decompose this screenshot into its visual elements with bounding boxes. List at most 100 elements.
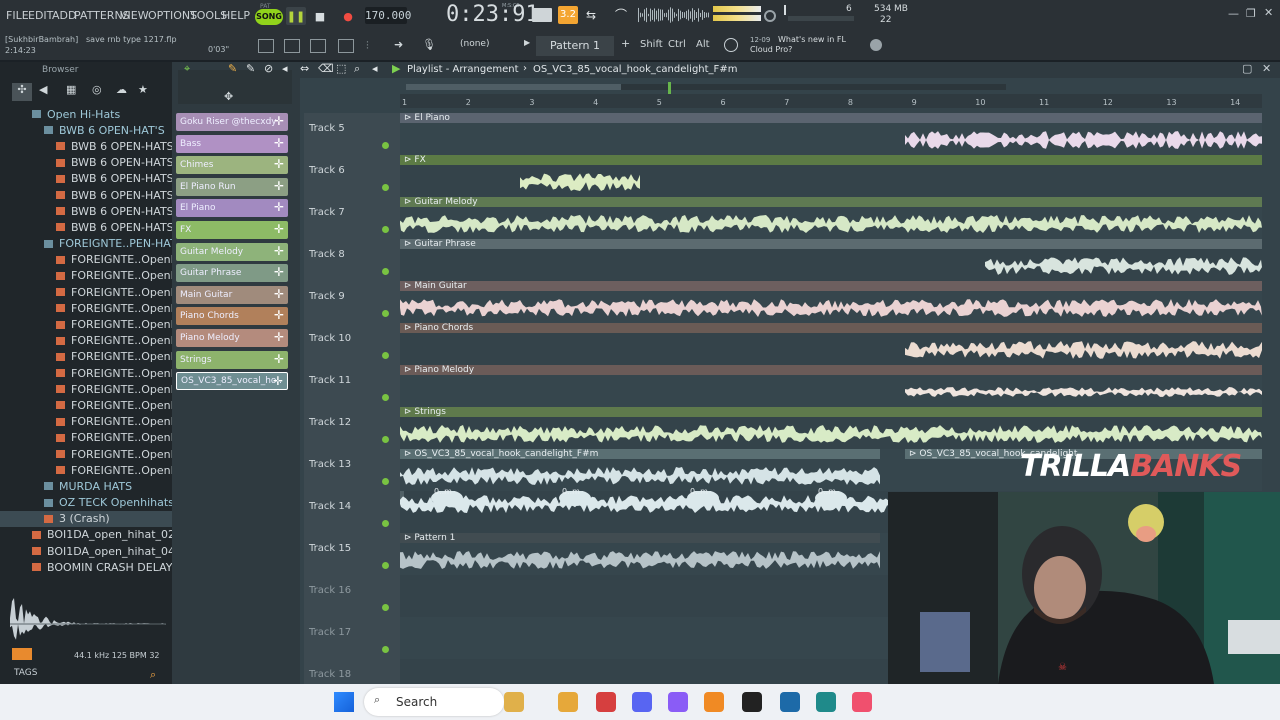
browser-item[interactable]: FOREIGNTE..OpenHat) [0,414,172,430]
track-header[interactable]: Track 10 [304,323,400,365]
clip-header[interactable]: ⊳ Main Guitar [400,281,1262,291]
step-seq-icon[interactable] [532,8,552,22]
channel-button[interactable]: Guitar Phrase ✛ [176,264,288,283]
channel-route-icon[interactable]: ✛ [274,287,284,301]
browser-item[interactable]: Open Hi-Hats [0,106,172,122]
minimize-button[interactable]: — [1228,7,1239,20]
channel-button[interactable]: Strings ✛ [176,350,288,369]
browser-item[interactable]: FOREIGNTE..OpenHat) [0,316,172,332]
browser-item[interactable]: BWB 6 OPEN-HATS (3) [0,171,172,187]
browser-item[interactable]: FOREIGNTE..OpenHat) [0,381,172,397]
move-icon[interactable]: ✥ [224,90,233,103]
browser-item[interactable]: FOREIGNTE..OpenHat) [0,462,172,478]
track-header[interactable]: Track 15 [304,533,400,575]
slice-icon[interactable]: ⌫ [318,62,334,75]
browser-item[interactable]: BOI1DA_open_hihat_02 [0,527,172,543]
plugin-icon[interactable]: ⫶ [366,39,380,53]
browser-item[interactable]: FOREIGNTE..PEN-HATS [0,236,172,252]
channel-route-icon[interactable]: ✛ [274,352,284,366]
playhead-marker[interactable] [668,82,671,94]
browser-item[interactable]: OZ TECK Openhihats [0,495,172,511]
playlist-close-button[interactable]: ✕ [1262,62,1271,75]
track-mute-led[interactable] [382,310,389,317]
music-icon[interactable] [852,692,872,712]
pattern-selector[interactable]: 3.2 [558,6,578,24]
clip-header[interactable]: ⊳ El Piano [400,113,1262,123]
track-mute-led[interactable] [382,478,389,485]
track-mute-led[interactable] [382,394,389,401]
browser-item[interactable]: FOREIGNTE..OpenHat) [0,365,172,381]
browser-item[interactable]: FOREIGNTE..OpenHat) [0,252,172,268]
channel-button[interactable]: OS_VC3_85_vocal_ho.. ✛ [176,372,288,391]
play-sample-icon[interactable] [12,648,32,660]
track-mute-led[interactable] [382,268,389,275]
start-icon[interactable] [334,692,354,712]
channel-button[interactable]: El Piano Run ✛ [176,177,288,196]
track-mute-led[interactable] [382,226,389,233]
track-mute-led[interactable] [382,520,389,527]
clip-header[interactable]: ⊳ Piano Melody [400,365,1262,375]
paint-icon[interactable]: ✎ [246,62,255,75]
browser-tag-icon[interactable]: ◎ [92,83,102,96]
playlist-icon[interactable] [258,39,274,53]
browser-item[interactable]: FOREIGNTE..OpenHat) [0,446,172,462]
browser-item[interactable]: FOREIGNTE..OpenHat) [0,430,172,446]
channel-button[interactable]: Chimes ✛ [176,156,288,175]
track-lane[interactable]: ⊳ Piano Melody [400,365,1262,407]
track-lane[interactable]: ⊳ Strings [400,407,1262,449]
discord-icon[interactable] [632,692,652,712]
channel-route-icon[interactable]: ✛ [274,330,284,344]
track-mute-led[interactable] [382,184,389,191]
browser-item[interactable]: 3 (Crash) [0,510,172,527]
track-mute-led[interactable] [382,646,389,653]
browser-item[interactable]: BWB 6 OPEN-HAT'S [0,122,172,138]
browser-cloud-icon[interactable]: ☁ [116,83,127,96]
tag-search-icon[interactable]: ⌕ [150,668,156,682]
track-header[interactable]: Track 14 [304,491,400,533]
browser-item[interactable]: BOOMIN CRASH DELAY [0,559,172,575]
track-header[interactable]: Track 8 [304,239,400,281]
clip-header[interactable]: ⊳ Strings [400,407,1262,417]
mixer-icon[interactable] [338,39,354,53]
clip-header[interactable]: ⊳ OS_VC3_85_vocal_hook_candelight_F#m [400,449,880,459]
pattern-button[interactable]: Pattern 1 [536,36,614,56]
metronome-icon[interactable]: ⌒ [615,6,633,22]
microphone-icon[interactable]: 🎙 [422,38,436,51]
track-lane[interactable]: ⊳ Main Guitar [400,281,1262,323]
select-icon[interactable]: ⬚ [336,62,346,75]
app-icon[interactable] [816,692,836,712]
track-lane[interactable]: ⊳ Guitar Melody [400,197,1262,239]
playback-icon[interactable]: ◂ [372,62,378,75]
piano-roll-icon[interactable] [284,39,300,53]
record-button[interactable]: ● [338,7,358,25]
channel-button[interactable]: Piano Melody ✛ [176,329,288,347]
browser-item[interactable]: BOI1DA_open_hihat_04 [0,543,172,559]
zoom-icon[interactable]: ⌕ [354,62,360,76]
master-volume-knob[interactable] [764,10,776,22]
track-header[interactable]: Track 6 [304,155,400,197]
track-mute-led[interactable] [382,142,389,149]
channel-route-icon[interactable]: ✛ [274,308,284,322]
browser-item[interactable]: FOREIGNTE..OpenHat) [0,333,172,349]
browser-item[interactable]: FOREIGNTE..OpenHat) [0,349,172,365]
news-icon[interactable] [724,38,738,52]
channel-button[interactable]: FX ✛ [176,221,288,239]
fl-studio-icon[interactable] [704,692,724,712]
snap-icon[interactable]: ⌖ [184,62,190,76]
track-mute-led[interactable] [382,436,389,443]
channel-button[interactable]: Main Guitar ✛ [176,285,288,304]
track-lane[interactable]: ⊳ Piano Chords [400,323,1262,365]
browser-item[interactable]: BWB 6 OPEN-HATS (1) [0,138,172,154]
browser-folder-icon[interactable]: ▦ [66,83,76,96]
chrome-icon[interactable] [596,692,616,712]
channel-route-icon[interactable]: ✛ [274,157,284,171]
steam-icon[interactable] [780,692,800,712]
browser-item[interactable]: BWB 6 OPEN-HATS (4) [0,187,172,203]
copilot-icon[interactable] [504,692,524,712]
browser-item[interactable]: FOREIGNTE..OpenHat) [0,397,172,413]
loop-icon[interactable]: ⇆ [586,8,604,22]
track-lane[interactable]: ⊳ FX [400,155,1262,197]
browser-item[interactable]: FOREIGNTE..OpenHat) [0,284,172,300]
track-header[interactable]: Track 12 [304,407,400,449]
none-label[interactable]: (none) [460,39,489,49]
